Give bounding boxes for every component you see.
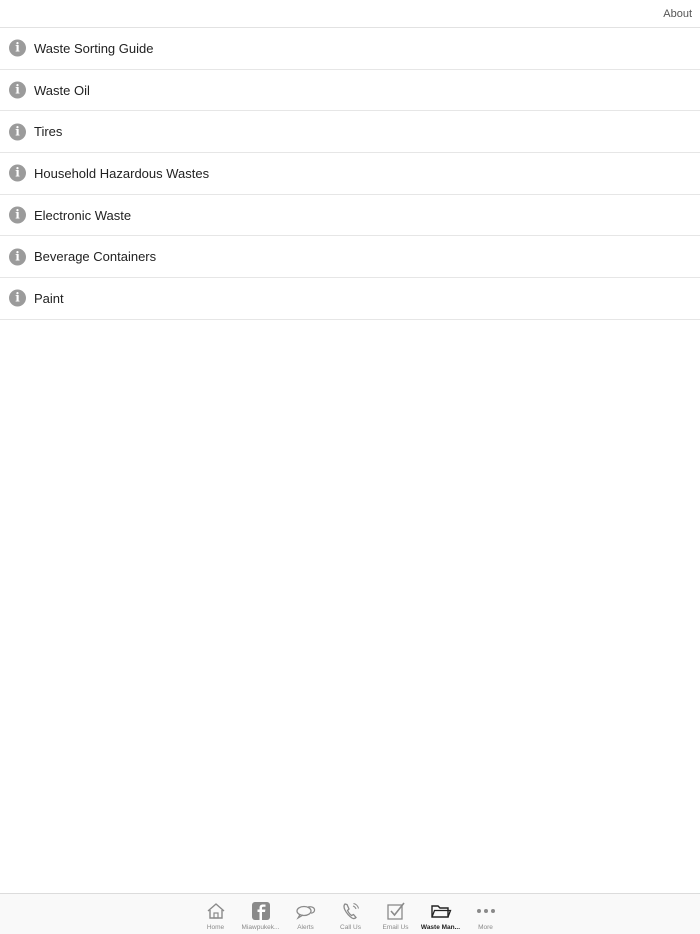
info-icon: i xyxy=(9,39,26,57)
bottom-tab-bar: Home Miawpukek... Alerts Call Us Email U… xyxy=(0,893,700,934)
tab-more[interactable]: More xyxy=(463,894,508,934)
list-item-paint[interactable]: i Paint xyxy=(0,278,700,320)
phone-icon xyxy=(340,902,362,920)
app-root: About i Waste Sorting Guide i Waste Oil … xyxy=(0,0,700,934)
list-item-waste-oil[interactable]: i Waste Oil xyxy=(0,70,700,112)
list-item-household-hazardous-wastes[interactable]: i Household Hazardous Wastes xyxy=(0,153,700,195)
tab-call-us[interactable]: Call Us xyxy=(328,894,373,934)
tab-label: Home xyxy=(206,924,225,931)
list-item-label: Waste Oil xyxy=(34,82,90,98)
tab-email-us[interactable]: Email Us xyxy=(373,894,418,934)
more-dots-icon xyxy=(475,902,497,920)
list-item-tires[interactable]: i Tires xyxy=(0,111,700,154)
list-item-electronic-waste[interactable]: i Electronic Waste xyxy=(0,195,700,237)
list-item-beverage-containers[interactable]: i Beverage Containers xyxy=(0,236,700,279)
tab-label: Call Us xyxy=(340,924,361,931)
info-icon: i xyxy=(9,206,26,224)
list-item-label: Electronic Waste xyxy=(34,207,132,223)
info-icon: i xyxy=(9,164,26,182)
list-item-label: Waste Sorting Guide xyxy=(34,40,154,56)
tab-facebook[interactable]: Miawpukek... xyxy=(238,894,283,934)
info-icon: i xyxy=(9,289,26,307)
list-item-label: Beverage Containers xyxy=(34,249,157,265)
list-item-label: Household Hazardous Wastes xyxy=(34,165,210,181)
folder-icon xyxy=(430,902,452,920)
list-item-label: Paint xyxy=(34,290,64,306)
info-icon: i xyxy=(9,248,26,266)
tab-label: Miawpukek... xyxy=(241,924,280,931)
chat-bubbles-icon xyxy=(295,902,317,920)
tab-label: Email Us xyxy=(382,924,409,931)
home-icon xyxy=(205,902,227,920)
tab-home[interactable]: Home xyxy=(193,894,238,934)
waste-topics-list: i Waste Sorting Guide i Waste Oil i Tire… xyxy=(0,28,700,320)
list-item-waste-sorting-guide[interactable]: i Waste Sorting Guide xyxy=(0,28,700,70)
tab-waste-management[interactable]: Waste Man... xyxy=(418,894,463,934)
facebook-icon xyxy=(250,902,272,920)
tab-label: Waste Man... xyxy=(420,924,461,931)
tab-alerts[interactable]: Alerts xyxy=(283,894,328,934)
info-icon: i xyxy=(9,123,26,141)
about-button[interactable]: About xyxy=(663,8,692,20)
checkbox-icon xyxy=(385,902,407,920)
top-navigation-bar: About xyxy=(0,0,700,28)
tab-label: More xyxy=(478,924,493,931)
tab-label: Alerts xyxy=(297,924,314,931)
info-icon: i xyxy=(9,81,26,99)
list-item-label: Tires xyxy=(34,124,63,140)
